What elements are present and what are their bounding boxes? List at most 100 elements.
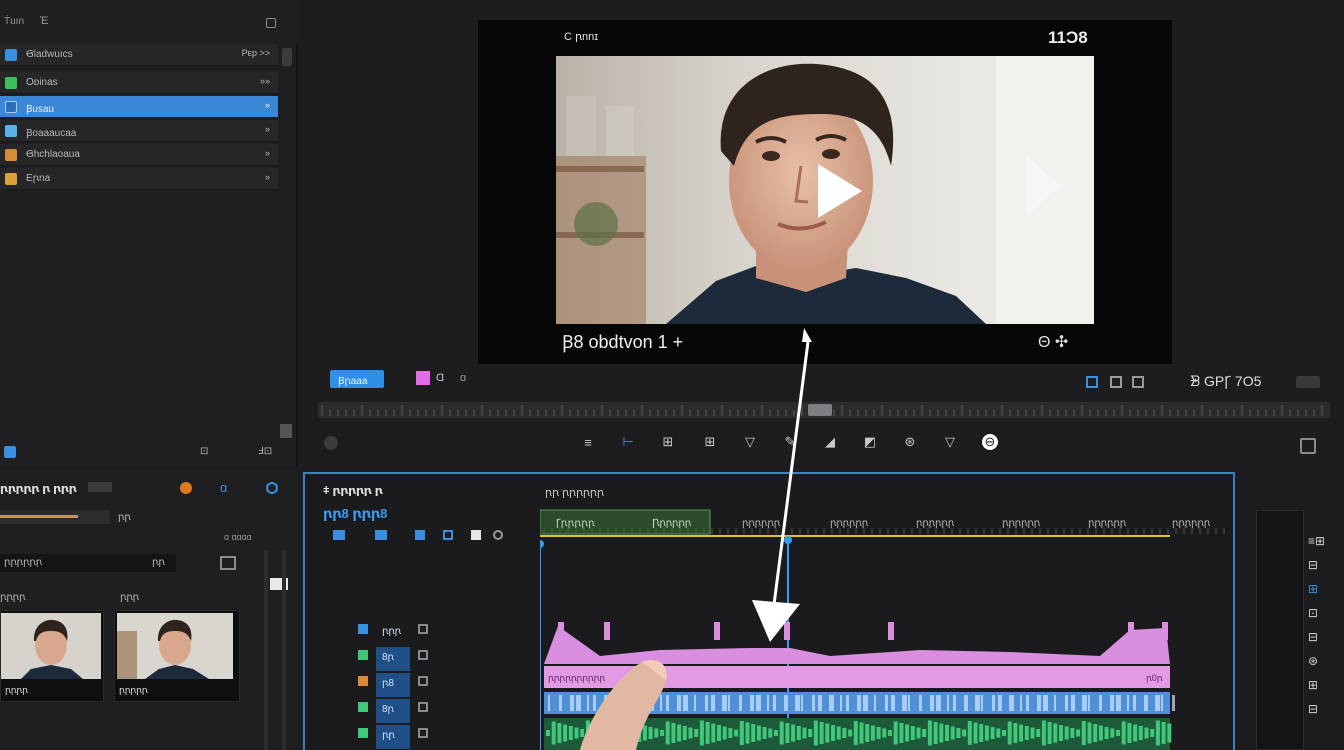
audio-waveform-bar — [1030, 727, 1035, 739]
edit-tool-3-icon[interactable]: ⊞ — [702, 434, 718, 450]
clip-thumbnail-2[interactable]: ꞃꞃꞃꞃꞃ — [114, 610, 240, 702]
blue-track-marker — [981, 695, 983, 711]
edit-tool-7-icon[interactable]: ◩ — [862, 434, 878, 450]
audio-waveform-bar — [1064, 726, 1069, 740]
clip-thumbnail-1[interactable]: ꞃꞃꞃꞃ — [0, 610, 104, 702]
audio-waveform-bar — [728, 728, 733, 738]
edit-tool-9-icon[interactable]: ▽ — [942, 434, 958, 450]
project-item-0[interactable]: Ꞡladwuıcs Pᴇp >> — [0, 44, 278, 66]
track-toggle-icon[interactable] — [358, 624, 368, 634]
track-name[interactable]: 8ꞃ — [376, 647, 410, 671]
track-name[interactable]: ꞃꞃ — [376, 725, 410, 749]
right-tool-5-icon[interactable]: ⊛ — [1308, 654, 1318, 668]
fullscreen-icon[interactable] — [1132, 376, 1144, 388]
snap-tool-icon[interactable] — [333, 530, 345, 540]
right-tool-3-icon[interactable]: ⊡ — [1308, 606, 1318, 620]
scrollbar-thumb[interactable] — [282, 48, 292, 66]
audio-waveform-bar — [774, 730, 778, 736]
audio-waveform-bar — [1019, 724, 1024, 742]
settings-icon[interactable] — [324, 436, 338, 450]
color-swatch-label[interactable]: Ɑ — [436, 372, 444, 384]
pen-icon[interactable]: ɑ — [220, 480, 227, 495]
track-toggle-icon[interactable] — [358, 650, 368, 660]
export-label[interactable]: ᗾ GPꞄ 7O5 — [1190, 372, 1261, 391]
right-tool-4-icon[interactable]: ⊟ — [1308, 630, 1318, 644]
snap-icon[interactable] — [1300, 438, 1316, 454]
track-lock-icon[interactable] — [418, 624, 428, 634]
clip-header-label: ꞃꞃꞃꞃꞃꞃ — [1088, 518, 1127, 529]
edit-tool-10-icon[interactable]: ⊖ — [982, 434, 998, 450]
right-tool-0-icon[interactable]: ≡⊞ — [1308, 534, 1325, 548]
right-tool-6-icon[interactable]: ⊞ — [1308, 678, 1318, 692]
new-item-icon[interactable] — [4, 446, 16, 458]
blue-track-marker — [1161, 695, 1163, 711]
source-expand-icon[interactable] — [220, 556, 236, 570]
blue-track-marker — [1054, 695, 1056, 711]
panel-menu-icon[interactable] — [266, 18, 276, 28]
project-item-4[interactable]: Ꞡhchlaoaua » — [0, 144, 278, 166]
audio-waveform-bar — [979, 724, 984, 742]
in-point-handle[interactable] — [540, 540, 544, 548]
edit-tool-2-icon[interactable]: ⊞ — [660, 434, 676, 450]
info-icon[interactable]: ɑ — [460, 372, 466, 384]
track-name[interactable]: ꞃꞃꞃ — [376, 621, 410, 645]
record-icon[interactable] — [180, 482, 192, 494]
track-toggle-icon[interactable] — [358, 728, 368, 738]
edit-tool-0-icon[interactable]: ≡ — [580, 434, 596, 450]
viewer-settings-icon[interactable]: Θ ✣ — [1038, 332, 1068, 352]
blue-track-marker — [1088, 695, 1090, 711]
caption-tool-icon[interactable] — [471, 530, 481, 540]
project-item-label: Oᴅinas — [26, 77, 58, 88]
scrollbar-end[interactable] — [280, 424, 292, 438]
right-tool-2-icon[interactable]: ⊞ — [1308, 582, 1318, 596]
track-lock-icon[interactable] — [418, 676, 428, 686]
track-lock-icon[interactable] — [418, 728, 428, 738]
blue-track-marker — [1026, 695, 1029, 711]
source-dropdown[interactable] — [88, 482, 112, 492]
project-item-2[interactable]: Ꞵᴜsau » — [0, 96, 278, 118]
volume-track[interactable] — [0, 510, 110, 524]
blue-track-marker — [1127, 695, 1129, 711]
audio-waveform-bar — [905, 724, 910, 742]
audio-waveform-bar — [1070, 728, 1075, 738]
right-tool-1-icon[interactable]: ⊟ — [1308, 558, 1318, 572]
resolution-dropdown[interactable] — [1296, 376, 1320, 388]
sequence-tab[interactable]: ꞃꞃ ꞃꞃꞃꞃꞃꞃ — [545, 486, 604, 499]
marker-tool-icon[interactable] — [415, 530, 425, 540]
track-toggle-icon[interactable] — [358, 676, 368, 686]
audio-waveform-bar — [717, 725, 721, 741]
track-lock-icon[interactable] — [418, 650, 428, 660]
audio-waveform-bar — [768, 728, 773, 738]
audio-waveform-bar — [694, 729, 699, 737]
audio-waveform-bar — [967, 721, 972, 745]
edit-tool-8-icon[interactable]: ⊛ — [902, 434, 918, 450]
audio-waveform-bar — [1007, 721, 1012, 745]
safe-margins-icon[interactable] — [1086, 376, 1098, 388]
link-tool-icon[interactable] — [375, 530, 387, 540]
list-view-icon[interactable]: ⊡ — [200, 446, 208, 457]
edit-tool-1-icon[interactable]: ⊢ — [620, 434, 636, 450]
overlay-icon[interactable] — [1110, 376, 1122, 388]
project-item-5[interactable]: Eꞃna » — [0, 168, 278, 190]
audio-waveform-bar — [996, 728, 1001, 738]
track-toggle-icon[interactable] — [358, 702, 368, 712]
settings-tool-icon[interactable] — [443, 530, 453, 540]
timeline-timecode: ꞃꞃ8 ꞃꞃꞃ8 — [323, 506, 388, 521]
source-panel: ꞃꞃꞃꞃꞃ ꞃ ꞃꞃꞃ ɑ ꞃꞃ ɑ ɑɑɑɑ ꞃꞃꞃꞃꞃꞃ ꞃꞃ ꞃꞃꞃꞃ ꞃ… — [0, 470, 298, 750]
track-name[interactable]: 8ꞃ — [376, 699, 410, 723]
audio-waveform-bar — [984, 725, 989, 741]
audio-icon[interactable] — [266, 482, 278, 494]
audio-waveform-bar — [956, 728, 961, 738]
search-icon[interactable]: Ἐ — [40, 15, 48, 27]
color-swatch[interactable] — [416, 371, 430, 385]
track-lock-icon[interactable] — [418, 702, 428, 712]
wrench-icon[interactable] — [493, 530, 503, 540]
audio-waveform-bar — [853, 721, 858, 745]
icon-view-icon[interactable]: Ⅎ⊡ — [258, 446, 272, 457]
mark-button[interactable]: Ꞵꞃaaa — [330, 370, 384, 388]
finger-pointer — [580, 660, 667, 750]
project-item-3[interactable]: Ꞵoaaaucaa » — [0, 120, 278, 142]
project-item-1[interactable]: Oᴅinas »» — [0, 72, 278, 94]
right-tool-7-icon[interactable]: ⊟ — [1308, 702, 1318, 716]
track-name[interactable]: ꞃ8 — [376, 673, 410, 697]
